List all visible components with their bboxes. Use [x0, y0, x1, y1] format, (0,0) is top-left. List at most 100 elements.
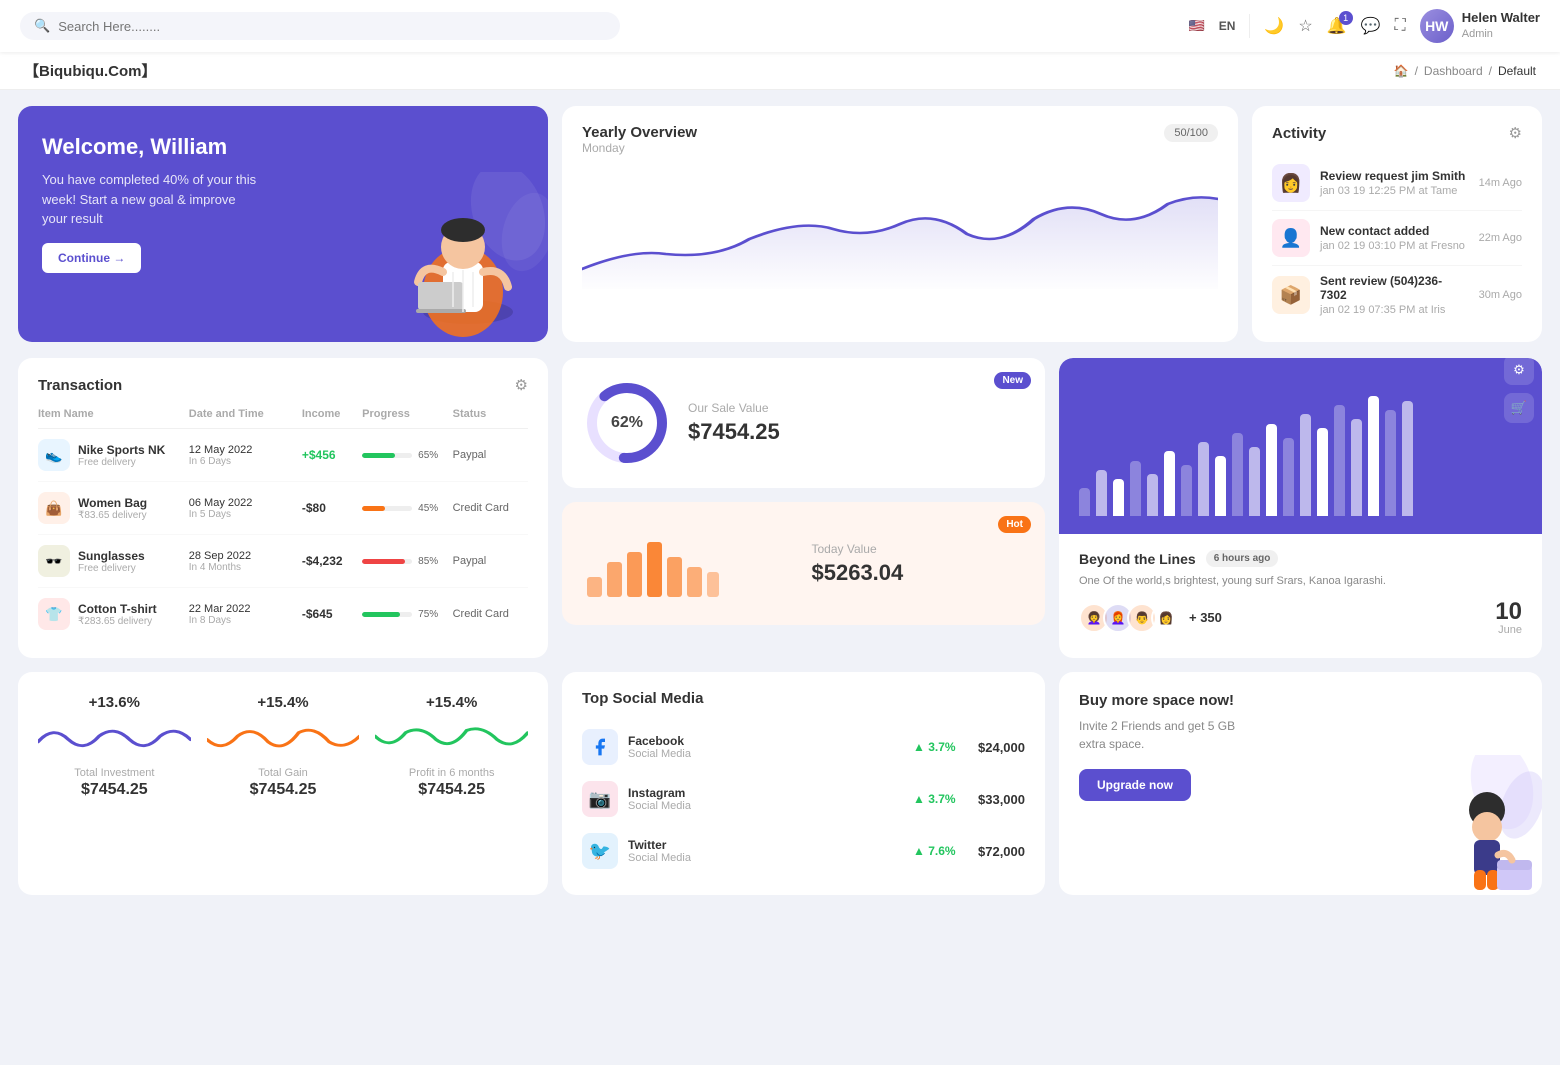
- breadcrumb-sep1: /: [1415, 64, 1418, 78]
- transaction-settings-icon[interactable]: ⚙: [515, 376, 528, 394]
- social-title: Top Social Media: [582, 690, 1025, 707]
- buyspace-title: Buy more space now!: [1079, 692, 1239, 709]
- social-row: 📷 Instagram Social Media ▲ 3.7% $33,000: [582, 773, 1025, 825]
- social-icon: [582, 729, 618, 765]
- item-sub: ₹83.65 delivery: [78, 510, 147, 521]
- bar: [1266, 424, 1277, 516]
- income-cell: -$4,232: [302, 554, 362, 568]
- yearly-overview-card: Yearly Overview Monday 50/100: [562, 106, 1238, 342]
- social-amount: $24,000: [978, 740, 1025, 755]
- col-item: Item Name: [38, 408, 189, 420]
- user-menu[interactable]: HW Helen Walter Admin: [1420, 9, 1540, 43]
- continue-button[interactable]: Continue →: [42, 243, 141, 273]
- col-progress: Progress: [362, 408, 452, 420]
- chart-gear-icon[interactable]: ⚙: [1504, 358, 1534, 385]
- third-row: +13.6% Total Investment $7454.25 +15.4% …: [0, 672, 1560, 913]
- today-chart-area: [582, 522, 796, 605]
- bar-item: [1385, 410, 1396, 516]
- home-icon[interactable]: 🏠: [1394, 64, 1409, 78]
- item-icon: 👜: [38, 492, 70, 524]
- social-type: Social Media: [628, 800, 903, 812]
- bar-item: [1402, 401, 1413, 516]
- sale-amount: $7454.25: [688, 419, 1025, 445]
- progress-cell: 45%: [362, 503, 452, 514]
- table-row: 🕶️ Sunglasses Free delivery 28 Sep 2022 …: [38, 535, 528, 588]
- social-list: Facebook Social Media ▲ 3.7% $24,000 📷 I…: [582, 721, 1025, 877]
- social-info: Instagram Social Media: [628, 786, 903, 812]
- income-cell: -$80: [302, 501, 362, 515]
- welcome-card: Welcome, William You have completed 40% …: [18, 106, 548, 342]
- bar: [1130, 461, 1141, 516]
- table-row: 👜 Women Bag ₹83.65 delivery 06 May 2022 …: [38, 482, 528, 535]
- bar: [1402, 401, 1413, 516]
- breadcrumb: 🏠 / Dashboard / Default: [1394, 64, 1536, 78]
- bar-item: [1334, 405, 1345, 516]
- progress-fill: [362, 559, 405, 564]
- topnav-right: 🇺🇸 EN 🌙 ☆ 🔔 1 💬 ⛶ HW Helen Walter Admin: [1189, 9, 1540, 43]
- notification-badge: 1: [1339, 11, 1353, 25]
- activity-item-sub: jan 03 19 12:25 PM at Tame: [1320, 185, 1469, 197]
- activity-title: Activity: [1272, 125, 1326, 142]
- lang-label[interactable]: EN: [1219, 19, 1236, 33]
- bar: [1351, 419, 1362, 516]
- metric-value: $7454.25: [81, 781, 148, 799]
- date-sub: In 4 Months: [189, 562, 302, 573]
- darkmode-icon[interactable]: 🌙: [1264, 16, 1284, 36]
- activity-item-title: New contact added: [1320, 224, 1469, 238]
- wave-svg: [207, 719, 360, 759]
- transaction-rows: 👟 Nike Sports NK Free delivery 12 May 20…: [38, 429, 528, 640]
- brand-logo[interactable]: 【Biqubiqu.Com】: [24, 60, 156, 81]
- beyond-plus: + 350: [1189, 610, 1222, 625]
- bar: [1198, 442, 1209, 516]
- date-cell: 06 May 2022 In 5 Days: [189, 497, 302, 520]
- progress-cell: 65%: [362, 450, 452, 461]
- breadcrumb-sep2: /: [1489, 64, 1492, 78]
- activity-item: 👤 New contact added jan 02 19 03:10 PM a…: [1272, 211, 1522, 266]
- status-cell: Paypal: [453, 449, 528, 461]
- yearly-header: Yearly Overview Monday 50/100: [582, 124, 1218, 165]
- activity-settings-icon[interactable]: ⚙: [1509, 124, 1522, 142]
- bar-item: [1232, 433, 1243, 516]
- fullscreen-icon[interactable]: ⛶: [1395, 17, 1406, 35]
- metrics-card: +13.6% Total Investment $7454.25 +15.4% …: [18, 672, 548, 895]
- activity-thumb: 👤: [1272, 219, 1310, 257]
- nav-divider: [1249, 14, 1250, 38]
- star-icon[interactable]: ☆: [1298, 16, 1312, 36]
- activity-item-title: Review request jim Smith: [1320, 169, 1469, 183]
- sale-info: Our Sale Value $7454.25: [688, 401, 1025, 445]
- social-icon: 📷: [582, 781, 618, 817]
- buyspace-desc: Invite 2 Friends and get 5 GB extra spac…: [1079, 717, 1239, 753]
- chat-icon[interactable]: 💬: [1361, 16, 1381, 36]
- item-info: Women Bag ₹83.65 delivery: [78, 496, 147, 521]
- item-icon: 👟: [38, 439, 70, 471]
- col-date: Date and Time: [189, 408, 302, 420]
- date-cell: 28 Sep 2022 In 4 Months: [189, 550, 302, 573]
- search-input[interactable]: [58, 19, 606, 34]
- bar: [1283, 438, 1294, 516]
- metric-value: $7454.25: [250, 781, 317, 799]
- today-label: Today Value: [812, 542, 1026, 556]
- upgrade-button[interactable]: Upgrade now: [1079, 769, 1191, 801]
- item-info: Nike Sports NK Free delivery: [78, 443, 165, 468]
- social-name: Twitter: [628, 838, 903, 852]
- income-cell: +$456: [302, 448, 362, 462]
- bar-item: [1198, 442, 1209, 516]
- social-amount: $72,000: [978, 844, 1025, 859]
- chart-cart-icon[interactable]: 🛒: [1504, 393, 1534, 423]
- yearly-chart: [582, 169, 1218, 289]
- bar-item: [1215, 456, 1226, 516]
- user-role: Admin: [1462, 27, 1540, 41]
- wave-svg: [375, 719, 528, 759]
- metric-label: Total Gain: [258, 767, 308, 779]
- social-pct: ▲ 3.7%: [913, 740, 968, 754]
- date-main: 28 Sep 2022: [189, 550, 302, 562]
- donut-percent: 62%: [611, 414, 643, 432]
- activity-header: Activity ⚙: [1272, 124, 1522, 142]
- social-pct: ▲ 7.6%: [913, 844, 968, 858]
- metric-pct: +15.4%: [257, 694, 308, 711]
- search-bar[interactable]: 🔍: [20, 12, 620, 40]
- beyond-title-text: Beyond the Lines: [1079, 551, 1196, 567]
- breadcrumb-dashboard[interactable]: Dashboard: [1424, 64, 1483, 78]
- mini-avatar: 👩: [1151, 603, 1181, 633]
- bell-icon[interactable]: 🔔 1: [1327, 16, 1347, 36]
